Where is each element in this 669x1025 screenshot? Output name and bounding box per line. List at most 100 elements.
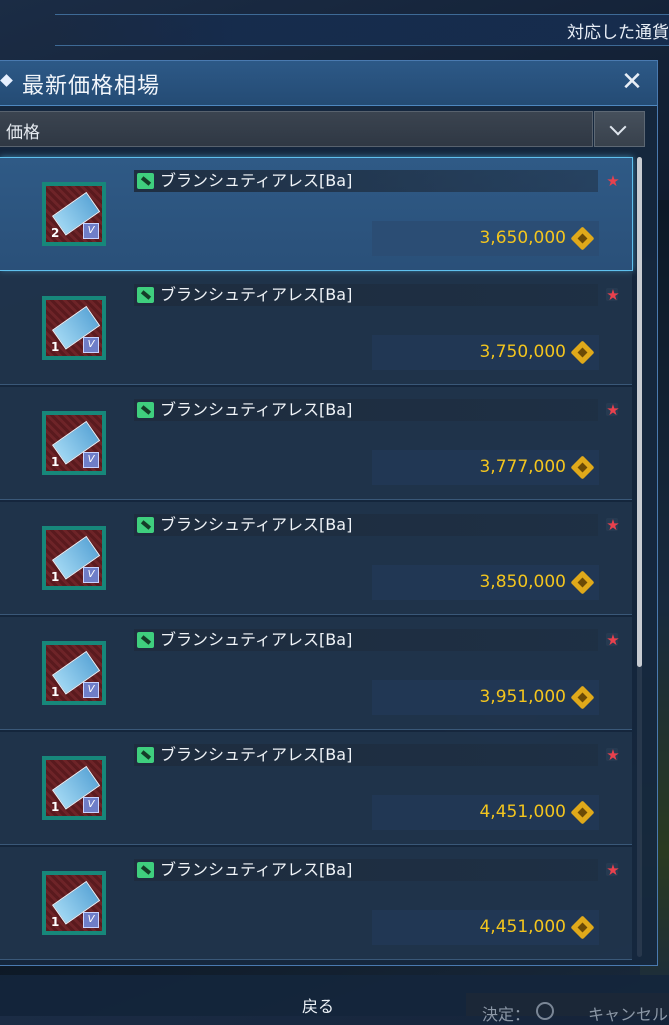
listing-row[interactable]: V 1 ブランシュティアレス[Ba] ★ 4,451,000 bbox=[0, 847, 632, 960]
price-bar: 3,951,000 bbox=[372, 680, 599, 715]
item-name-bar: ブランシュティアレス[Ba] bbox=[134, 744, 598, 766]
scrollbar-thumb[interactable] bbox=[637, 157, 642, 667]
item-price: 3,951,000 bbox=[479, 687, 566, 707]
meseta-coin-icon bbox=[570, 570, 595, 595]
favorite-star-icon[interactable]: ★ bbox=[605, 632, 621, 648]
item-category-icon bbox=[137, 747, 154, 763]
item-name: ブランシュティアレス[Ba] bbox=[160, 400, 353, 419]
item-name-bar: ブランシュティアレス[Ba] bbox=[134, 284, 598, 306]
sort-selected-value: 価格 bbox=[6, 123, 40, 143]
control-hints: 決定： キャンセル bbox=[466, 993, 669, 1024]
listing-row[interactable]: V 1 ブランシュティアレス[Ba] ★ 3,850,000 bbox=[0, 502, 632, 615]
ticket-badge-icon: V bbox=[83, 912, 99, 928]
item-category-icon bbox=[137, 632, 154, 648]
price-bar: 3,777,000 bbox=[372, 450, 599, 485]
listing-row[interactable]: V 1 ブランシュティアレス[Ba] ★ 3,750,000 bbox=[0, 272, 632, 385]
item-thumbnail: V1 bbox=[42, 756, 106, 820]
item-name-bar: ブランシュティアレス[Ba] bbox=[134, 514, 598, 536]
item-thumbnail-background: V1 bbox=[46, 300, 102, 356]
back-button-label: 戻る bbox=[302, 997, 335, 1016]
item-thumbnail-background: V1 bbox=[46, 415, 102, 471]
item-name: ブランシュティアレス[Ba] bbox=[160, 515, 353, 534]
item-thumbnail: V1 bbox=[42, 871, 106, 935]
item-quantity: 1 bbox=[51, 570, 60, 584]
ticket-badge-icon: V bbox=[83, 567, 99, 583]
scrollbar[interactable] bbox=[637, 157, 642, 957]
ticket-badge-icon: V bbox=[83, 797, 99, 813]
item-thumbnail: V1 bbox=[42, 411, 106, 475]
item-price: 4,451,000 bbox=[479, 802, 566, 822]
listing-row[interactable]: V 1 ブランシュティアレス[Ba] ★ 4,451,000 bbox=[0, 732, 632, 845]
meseta-coin-icon bbox=[570, 455, 595, 480]
item-name: ブランシュティアレス[Ba] bbox=[160, 630, 353, 649]
item-thumbnail-background: V1 bbox=[46, 530, 102, 586]
title-diamond-icon bbox=[0, 74, 13, 87]
item-name-bar: ブランシュティアレス[Ba] bbox=[134, 170, 598, 192]
price-bar: 3,750,000 bbox=[372, 335, 599, 370]
meseta-coin-icon bbox=[570, 340, 595, 365]
meseta-coin-icon bbox=[570, 226, 595, 251]
price-bar: 4,451,000 bbox=[372, 910, 599, 945]
item-price: 3,650,000 bbox=[479, 228, 566, 248]
item-thumbnail-background: V1 bbox=[46, 760, 102, 816]
listing-row[interactable]: V 1 ブランシュティアレス[Ba] ★ 3,777,000 bbox=[0, 387, 632, 500]
item-quantity: 2 bbox=[51, 226, 60, 240]
favorite-star-icon[interactable]: ★ bbox=[605, 747, 621, 763]
market-price-window: 最新価格相場 ✕ 価格 V 2 ブランシュティアレス[Ba] ★ 3,650,000 V 1… bbox=[0, 60, 658, 966]
sort-dropdown-button[interactable] bbox=[594, 111, 645, 147]
window-titlebar: 最新価格相場 ✕ bbox=[0, 61, 657, 106]
listing-row[interactable]: V 2 ブランシュティアレス[Ba] ★ 3,650,000 bbox=[0, 157, 633, 271]
item-name: ブランシュティアレス[Ba] bbox=[160, 860, 353, 879]
listing-row[interactable]: V 1 ブランシュティアレス[Ba] ★ 3,951,000 bbox=[0, 617, 632, 730]
item-quantity: 1 bbox=[51, 340, 60, 354]
listing-list: V 2 ブランシュティアレス[Ba] ★ 3,650,000 V 1 ブランシュティアレス[B… bbox=[0, 157, 633, 960]
ticket-badge-icon: V bbox=[83, 452, 99, 468]
cancel-hint: キャンセル bbox=[588, 1005, 669, 1024]
item-price: 3,777,000 bbox=[479, 457, 566, 477]
item-name: ブランシュティアレス[Ba] bbox=[160, 285, 353, 304]
meseta-coin-icon bbox=[570, 800, 595, 825]
item-name-bar: ブランシュティアレス[Ba] bbox=[134, 859, 598, 881]
item-category-icon bbox=[137, 287, 154, 303]
confirm-hint: 決定： bbox=[482, 1005, 531, 1024]
price-bar: 4,451,000 bbox=[372, 795, 599, 830]
item-thumbnail: V1 bbox=[42, 526, 106, 590]
top-banner-text: 対応した通貨 bbox=[567, 23, 669, 43]
item-price: 4,451,000 bbox=[479, 917, 566, 937]
item-quantity: 1 bbox=[51, 800, 60, 814]
circle-button-icon bbox=[536, 1002, 554, 1020]
item-thumbnail: V1 bbox=[42, 296, 106, 360]
item-thumbnail-background: V1 bbox=[46, 875, 102, 931]
item-category-icon bbox=[137, 517, 154, 533]
item-quantity: 1 bbox=[51, 685, 60, 699]
favorite-star-icon[interactable]: ★ bbox=[605, 287, 621, 303]
item-price: 3,850,000 bbox=[479, 572, 566, 592]
favorite-star-icon[interactable]: ★ bbox=[605, 173, 621, 189]
item-name-bar: ブランシュティアレス[Ba] bbox=[134, 399, 598, 421]
window-title: 最新価格相場 bbox=[22, 74, 161, 99]
ticket-badge-icon: V bbox=[83, 682, 99, 698]
item-thumbnail-background: V1 bbox=[46, 645, 102, 701]
item-thumbnail-background: V2 bbox=[46, 186, 102, 242]
item-thumbnail: V2 bbox=[42, 182, 106, 246]
item-name: ブランシュティアレス[Ba] bbox=[160, 171, 353, 190]
favorite-star-icon[interactable]: ★ bbox=[605, 517, 621, 533]
item-thumbnail: V1 bbox=[42, 641, 106, 705]
item-price: 3,750,000 bbox=[479, 342, 566, 362]
close-button[interactable]: ✕ bbox=[619, 69, 645, 95]
top-banner: 対応した通貨 bbox=[55, 14, 669, 46]
item-quantity: 1 bbox=[51, 455, 60, 469]
favorite-star-icon[interactable]: ★ bbox=[605, 862, 621, 878]
item-category-icon bbox=[137, 173, 154, 189]
favorite-star-icon[interactable]: ★ bbox=[605, 402, 621, 418]
item-quantity: 1 bbox=[51, 915, 60, 929]
price-bar: 3,850,000 bbox=[372, 565, 599, 600]
price-bar: 3,650,000 bbox=[372, 221, 599, 256]
sort-select[interactable]: 価格 bbox=[0, 111, 593, 147]
item-name-bar: ブランシュティアレス[Ba] bbox=[134, 629, 598, 651]
ticket-badge-icon: V bbox=[83, 337, 99, 353]
ticket-badge-icon: V bbox=[83, 223, 99, 239]
item-category-icon bbox=[137, 402, 154, 418]
meseta-coin-icon bbox=[570, 685, 595, 710]
chevron-down-icon bbox=[609, 118, 627, 136]
